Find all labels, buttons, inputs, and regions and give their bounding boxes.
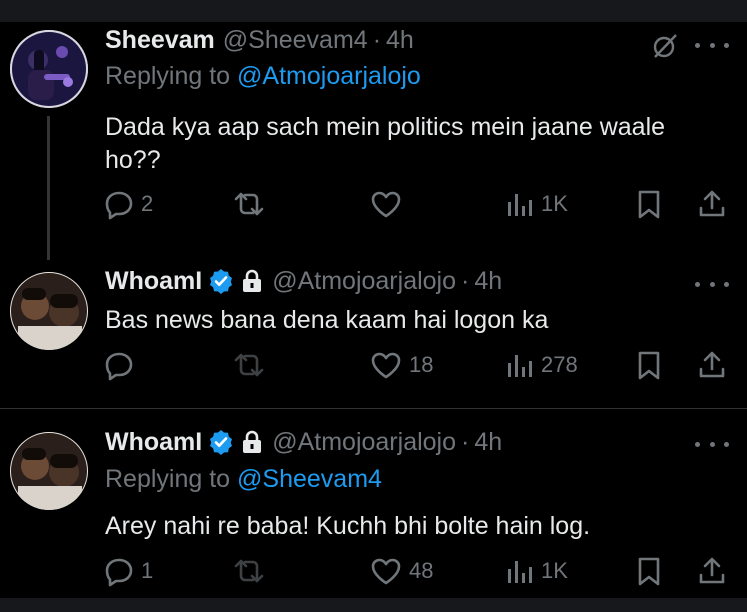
reply-icon <box>105 352 133 381</box>
tweet-text: Bas news bana dena kaam hai logon ka <box>105 306 549 334</box>
avatar[interactable] <box>10 30 88 108</box>
separator: · <box>461 427 470 456</box>
user-handle[interactable]: @Atmojoarjalojo <box>272 267 456 296</box>
avatar[interactable] <box>10 272 88 350</box>
tweet-text: Arey nahi re baba! Kuchh bhi bolte hain … <box>105 512 591 540</box>
retweet-button[interactable] <box>231 555 273 587</box>
like-count: 18 <box>409 352 434 377</box>
action-bar: 1 48 1K <box>103 555 743 591</box>
more-icon[interactable] <box>695 273 729 295</box>
separator: · <box>372 25 382 54</box>
share-icon <box>699 190 725 217</box>
replying-handle-link[interactable]: @Sheevam4 <box>237 465 382 493</box>
view-count: 1K <box>541 191 568 216</box>
like-button[interactable]: 18 <box>369 349 433 381</box>
retweet-icon <box>234 353 264 377</box>
bookmark-button[interactable] <box>634 188 664 220</box>
reply-button[interactable]: 2 <box>103 188 153 220</box>
reply-count: 2 <box>141 191 154 216</box>
verified-icon <box>208 429 234 455</box>
avatar[interactable] <box>10 432 88 510</box>
reply-icon <box>105 191 133 220</box>
more-icon[interactable] <box>695 34 729 56</box>
display-name[interactable]: WhoamI <box>105 428 202 457</box>
replying-prefix: Replying to <box>105 62 231 90</box>
tweet-divider <box>0 408 747 409</box>
bookmark-button[interactable] <box>634 555 664 587</box>
reply-button[interactable] <box>103 349 141 381</box>
lock-icon <box>240 268 264 294</box>
more-icon[interactable] <box>695 433 729 455</box>
thread-line <box>47 116 50 260</box>
grok-icon[interactable] <box>651 32 679 65</box>
bookmark-icon <box>638 190 660 219</box>
retweet-icon <box>234 192 264 216</box>
tweet-text-line: ho?? <box>105 146 161 174</box>
views-icon <box>508 194 532 216</box>
timestamp[interactable]: 4h <box>474 267 502 296</box>
bottom-bar <box>0 598 747 612</box>
reply-count: 1 <box>141 558 154 583</box>
share-icon <box>699 351 725 378</box>
display-name[interactable]: WhoamI <box>105 267 202 296</box>
retweet-icon <box>234 559 264 583</box>
like-button[interactable] <box>369 188 409 220</box>
like-icon <box>371 558 401 585</box>
timestamp[interactable]: 4h <box>386 26 414 55</box>
action-bar: 18 278 <box>103 349 743 385</box>
verified-icon <box>208 268 234 294</box>
views-icon <box>508 355 532 377</box>
replying-to: Replying to @Sheevam4 <box>105 465 382 494</box>
timestamp[interactable]: 4h <box>474 428 502 457</box>
action-bar: 2 1K <box>103 188 743 224</box>
like-icon <box>371 191 401 218</box>
views-button[interactable]: 278 <box>505 349 578 381</box>
tweet-text: Dada kya aap sach mein politics mein jaa… <box>105 111 725 177</box>
top-bar <box>0 0 747 22</box>
lock-icon <box>240 429 264 455</box>
views-button[interactable]: 1K <box>505 555 568 587</box>
like-icon <box>371 352 401 379</box>
view-count: 278 <box>541 352 578 377</box>
reply-icon <box>105 558 133 587</box>
bookmark-button[interactable] <box>634 349 664 381</box>
views-icon <box>508 561 532 583</box>
retweet-button[interactable] <box>231 188 273 220</box>
replying-prefix: Replying to <box>105 465 231 493</box>
share-button[interactable] <box>696 188 728 220</box>
share-button[interactable] <box>696 555 728 587</box>
bookmark-icon <box>638 557 660 586</box>
replying-to: Replying to @Atmojoarjalojo <box>105 62 421 91</box>
like-button[interactable]: 48 <box>369 555 433 587</box>
like-count: 48 <box>409 558 434 583</box>
share-button[interactable] <box>696 349 728 381</box>
share-icon <box>699 557 725 584</box>
view-count: 1K <box>541 558 568 583</box>
display-name[interactable]: Sheevam <box>105 26 215 55</box>
replying-handle-link[interactable]: @Atmojoarjalojo <box>237 62 421 90</box>
user-handle[interactable]: @Sheevam4 <box>223 26 368 55</box>
retweet-button[interactable] <box>231 349 273 381</box>
user-handle[interactable]: @Atmojoarjalojo <box>272 428 456 457</box>
separator: · <box>461 266 470 295</box>
views-button[interactable]: 1K <box>505 188 568 220</box>
tweet-text-line: Dada kya aap sach mein politics mein jaa… <box>105 113 666 141</box>
bookmark-icon <box>638 351 660 380</box>
reply-button[interactable]: 1 <box>103 555 153 587</box>
